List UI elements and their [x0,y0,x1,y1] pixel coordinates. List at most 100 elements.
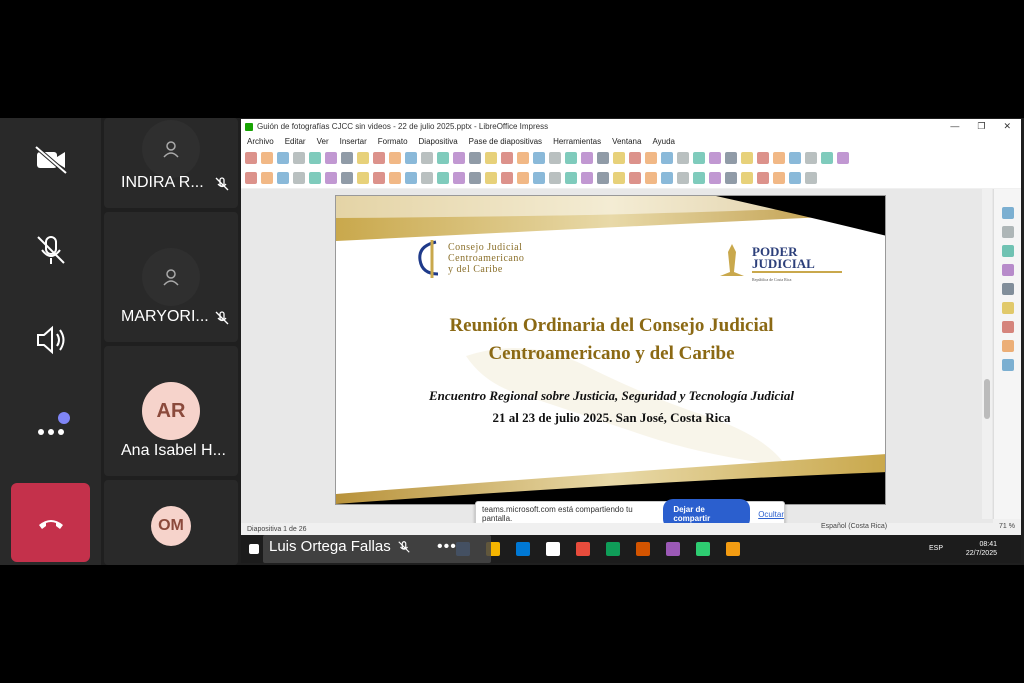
input-language[interactable]: ESP [929,545,943,552]
toolbar-tool-icon[interactable] [373,172,385,184]
toolbar-tool-icon[interactable] [805,152,817,164]
hide-banner-link[interactable]: Ocultar [758,510,784,519]
toolbar-tool-icon[interactable] [709,152,721,164]
sidebar-panel-icon[interactable] [1002,264,1014,276]
toolbar-tool-icon[interactable] [325,152,337,164]
toolbar-tool-icon[interactable] [613,172,625,184]
presenter-more-icon[interactable]: ••• [437,538,457,556]
toolbar-tool-icon[interactable] [261,152,273,164]
sidebar-panel-icon[interactable] [1002,321,1014,333]
toolbar-tool-icon[interactable] [693,172,705,184]
toolbar-tool-icon[interactable] [821,152,833,164]
toolbar-tool-icon[interactable] [773,152,785,164]
participant-tile[interactable]: OM [104,480,238,565]
scrollbar-thumb[interactable] [984,379,990,419]
toolbar-tool-icon[interactable] [629,152,641,164]
toolbar-tool-icon[interactable] [789,152,801,164]
taskbar-app-icon[interactable] [606,542,620,556]
toolbar-tool-icon[interactable] [677,172,689,184]
menu-item[interactable]: Ver [317,137,329,146]
taskbar-app-icon[interactable] [696,542,710,556]
toolbar-tool-icon[interactable] [597,172,609,184]
toolbar-tool-icon[interactable] [293,172,305,184]
participant-tile[interactable]: AR Ana Isabel H... [104,346,238,476]
menu-item[interactable]: Archivo [247,137,274,146]
start-icon[interactable] [249,544,259,554]
maximize-icon[interactable]: ❐ [977,121,985,132]
toolbar-tool-icon[interactable] [389,152,401,164]
taskbar-app-icon[interactable] [576,542,590,556]
taskbar-app-icon[interactable] [516,542,530,556]
toolbar-tool-icon[interactable] [661,172,673,184]
toolbar-tool-icon[interactable] [277,172,289,184]
toolbar-tool-icon[interactable] [645,172,657,184]
language-indicator[interactable]: Español (Costa Rica) [821,523,887,530]
speaker-button[interactable] [11,300,90,379]
toolbar-tool-icon[interactable] [597,152,609,164]
toolbar-tool-icon[interactable] [565,172,577,184]
sidebar-panel-icon[interactable] [1002,302,1014,314]
sidebar-panel-icon[interactable] [1002,207,1014,219]
toolbar-tool-icon[interactable] [709,172,721,184]
system-clock[interactable]: 08:41 22/7/2025 [966,540,997,558]
participant-tile[interactable]: INDIRA R... [104,118,238,208]
toolbar-tool-icon[interactable] [629,172,641,184]
toolbar-tool-icon[interactable] [741,172,753,184]
toolbar-tool-icon[interactable] [357,172,369,184]
toolbar-tool-icon[interactable] [421,172,433,184]
close-icon[interactable]: ✕ [1003,121,1011,132]
toolbar-tool-icon[interactable] [309,172,321,184]
toolbar-tool-icon[interactable] [501,172,513,184]
toolbar-tool-icon[interactable] [485,172,497,184]
sidebar-panel-icon[interactable] [1002,245,1014,257]
sidebar-panel-icon[interactable] [1002,226,1014,238]
menu-item[interactable]: Insertar [340,137,367,146]
toolbar-tool-icon[interactable] [437,152,449,164]
zoom-level[interactable]: 71 % [999,523,1015,530]
toolbar-tool-icon[interactable] [325,172,337,184]
toolbar-tool-icon[interactable] [485,152,497,164]
toolbar-tool-icon[interactable] [293,152,305,164]
toolbar-tool-icon[interactable] [533,172,545,184]
toolbar-tool-icon[interactable] [837,152,849,164]
toolbar-tool-icon[interactable] [549,152,561,164]
toolbar-tool-icon[interactable] [517,152,529,164]
toolbar-tool-icon[interactable] [725,152,737,164]
toolbar-tool-icon[interactable] [789,172,801,184]
toolbar-tool-icon[interactable] [549,172,561,184]
toolbar-tool-icon[interactable] [645,152,657,164]
hangup-button[interactable] [11,483,90,562]
toolbar-tool-icon[interactable] [517,172,529,184]
menu-item[interactable]: Formato [378,137,408,146]
toolbar-tool-icon[interactable] [469,172,481,184]
taskbar-app-icon[interactable] [546,542,560,556]
toolbar-tool-icon[interactable] [741,152,753,164]
menu-item[interactable]: Diapositiva [419,137,458,146]
toolbar-tool-icon[interactable] [773,172,785,184]
toolbar-tool-icon[interactable] [581,172,593,184]
toolbar-tool-icon[interactable] [437,172,449,184]
sidebar-panel-icon[interactable] [1002,340,1014,352]
toolbar-tool-icon[interactable] [309,152,321,164]
toolbar-tool-icon[interactable] [661,152,673,164]
toolbar-tool-icon[interactable] [725,172,737,184]
menu-item[interactable]: Herramientas [553,137,601,146]
toolbar-tool-icon[interactable] [533,152,545,164]
minimize-icon[interactable]: — [950,121,959,132]
toolbar-tool-icon[interactable] [389,172,401,184]
toolbar-tool-icon[interactable] [501,152,513,164]
toolbar-tool-icon[interactable] [421,152,433,164]
toolbar-tool-icon[interactable] [613,152,625,164]
toolbar-tool-icon[interactable] [405,152,417,164]
toolbar-tool-icon[interactable] [453,172,465,184]
toolbar-tool-icon[interactable] [405,172,417,184]
taskbar-app-icon[interactable] [636,542,650,556]
sidebar-panel-icon[interactable] [1002,359,1014,371]
toolbar-tool-icon[interactable] [277,152,289,164]
toolbar-tool-icon[interactable] [245,172,257,184]
toolbar-tool-icon[interactable] [565,152,577,164]
mic-toggle-button[interactable] [11,210,90,289]
toolbar-tool-icon[interactable] [357,152,369,164]
participant-tile[interactable]: MARYORI... [104,212,238,342]
vertical-scrollbar[interactable] [982,189,992,519]
